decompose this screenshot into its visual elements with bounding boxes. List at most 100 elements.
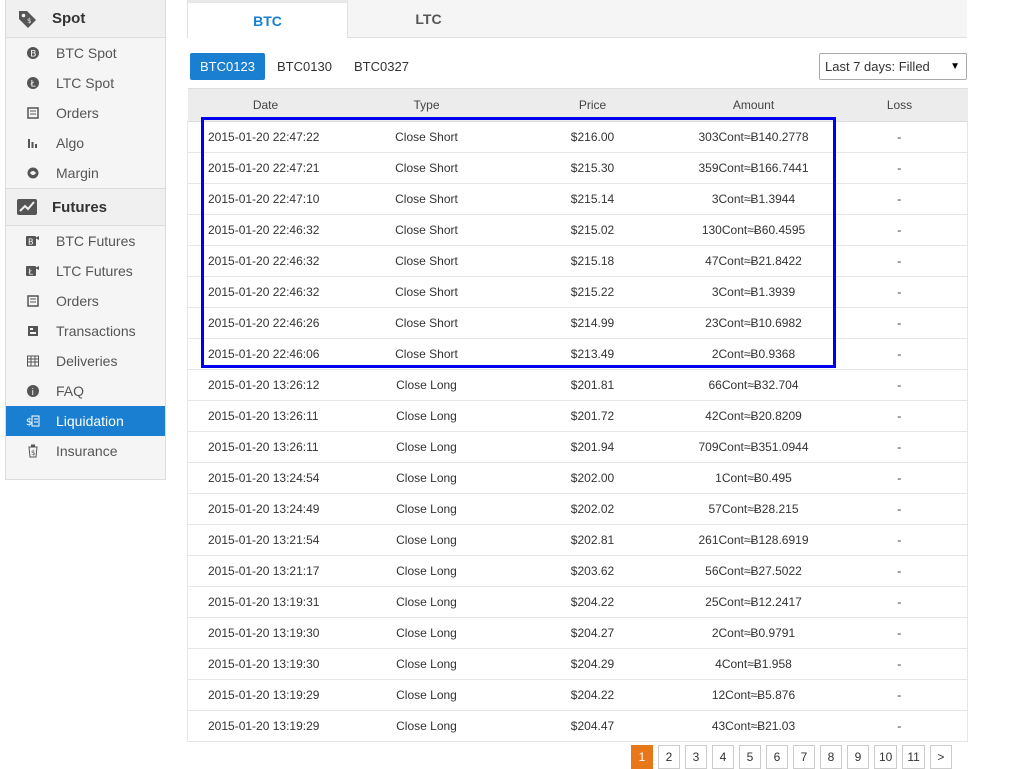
table-row: 2015-01-20 13:21:54 Close Long $202.81 261C… — [187, 524, 968, 556]
cell-type: Close Short — [343, 183, 510, 215]
table-row: 2015-01-20 13:24:49 Close Long $202.02 57Co… — [187, 493, 968, 525]
col-header-price[interactable]: Price — [509, 88, 676, 122]
table-row: 2015-01-20 13:26:11 Close Long $201.72 42Co… — [187, 400, 968, 432]
sidebar-item-liquidation[interactable]: $ Liquidation — [6, 406, 165, 436]
tab-btc[interactable]: BTC — [187, 0, 348, 38]
cell-amount: 42Cont≈Ƀ20.8209 — [675, 400, 832, 432]
spot-section-header[interactable]: $ Spot — [5, 0, 166, 38]
cell-amount: 23Cont≈Ƀ10.6982 — [675, 307, 832, 339]
table-row: 2015-01-20 22:46:26 Close Short $214.99 23C… — [187, 307, 968, 339]
page-button-6[interactable]: 6 — [766, 745, 788, 769]
cell-price: $214.99 — [509, 307, 676, 339]
contract-btc0130[interactable]: BTC0130 — [277, 53, 332, 80]
sidebar-item-transactions[interactable]: Transactions — [6, 316, 165, 346]
cell-type: Close Long — [343, 679, 510, 711]
table-body: 2015-01-20 22:47:22 Close Short $216.00 303… — [187, 121, 968, 742]
cell-loss: - — [831, 307, 968, 339]
contract-btc0123[interactable]: BTC0123 — [190, 53, 265, 80]
cell-type: Close Long — [343, 493, 510, 525]
sidebar-item-deliveries[interactable]: Deliveries — [6, 346, 165, 376]
sidebar-item-ltc-futures[interactable]: Ł LTC Futures — [6, 256, 165, 286]
page-button-4[interactable]: 4 — [712, 745, 734, 769]
page-button-2[interactable]: 2 — [658, 745, 680, 769]
insurance-icon: $ — [26, 444, 40, 458]
page-button-7[interactable]: 7 — [793, 745, 815, 769]
futures-section-header[interactable]: Futures — [5, 188, 166, 226]
ltc-futures-icon: Ł — [26, 264, 40, 278]
next-page-button[interactable]: > — [929, 745, 952, 769]
cell-date: 2015-01-20 13:19:30 — [187, 648, 344, 680]
tab-ltc[interactable]: LTC — [348, 0, 509, 37]
svg-text:$: $ — [27, 17, 31, 25]
cell-loss: - — [831, 400, 968, 432]
date-filter-select[interactable]: Last 7 days: Filled ▼ — [819, 53, 967, 80]
btc-futures-icon: B — [26, 234, 40, 248]
sidebar-item-label: Orders — [56, 293, 99, 309]
trend-chart-icon — [16, 196, 38, 218]
page-button-1[interactable]: 1 — [631, 745, 653, 769]
cell-loss: - — [831, 183, 968, 215]
sidebar-item-faq[interactable]: i FAQ — [6, 376, 165, 406]
svg-text:$: $ — [31, 449, 35, 457]
sidebar-item-margin[interactable]: Margin — [6, 158, 165, 188]
cell-amount: 1Cont≈Ƀ0.495 — [675, 462, 832, 494]
cell-date: 2015-01-20 22:46:32 — [187, 245, 344, 277]
deliveries-icon — [26, 354, 40, 368]
cell-type: Close Short — [343, 276, 510, 308]
cell-price: $215.18 — [509, 245, 676, 277]
col-header-loss[interactable]: Loss — [831, 88, 968, 122]
page-button-5[interactable]: 5 — [739, 745, 761, 769]
cell-price: $216.00 — [509, 121, 676, 153]
cell-type: Close Short — [343, 338, 510, 370]
cell-date: 2015-01-20 13:24:54 — [187, 462, 344, 494]
page-button-10[interactable]: 10 — [874, 745, 898, 769]
cell-date: 2015-01-20 22:46:32 — [187, 214, 344, 246]
sidebar-item-algo[interactable]: Algo — [6, 128, 165, 158]
cell-amount: 3Cont≈Ƀ1.3944 — [675, 183, 832, 215]
cell-price: $215.22 — [509, 276, 676, 308]
page-button-8[interactable]: 8 — [820, 745, 842, 769]
cell-amount: 57Cont≈Ƀ28.215 — [675, 493, 832, 525]
cell-date: 2015-01-20 13:26:11 — [187, 400, 344, 432]
cell-price: $201.81 — [509, 369, 676, 401]
table-row: 2015-01-20 22:46:32 Close Short $215.22 3Co… — [187, 276, 968, 308]
table-row: 2015-01-20 13:19:29 Close Long $204.22 12Co… — [187, 679, 968, 711]
sidebar-item-insurance[interactable]: $ Insurance — [6, 436, 165, 466]
svg-text:$: $ — [26, 417, 32, 427]
cell-amount: 2Cont≈Ƀ0.9791 — [675, 617, 832, 649]
page-button-9[interactable]: 9 — [847, 745, 869, 769]
sidebar-item-label: Margin — [56, 165, 99, 181]
col-header-type[interactable]: Type — [343, 88, 510, 122]
sidebar-item-label: Deliveries — [56, 353, 118, 369]
svg-text:i: i — [32, 388, 35, 397]
transactions-icon — [26, 324, 40, 338]
cell-amount: 43Cont≈Ƀ21.03 — [675, 710, 832, 742]
col-header-date[interactable]: Date — [187, 88, 344, 122]
market-tabs: BTC LTC — [187, 0, 967, 38]
sidebar-item-btc-spot[interactable]: B BTC Spot — [6, 38, 165, 68]
cell-amount: 4Cont≈Ƀ1.958 — [675, 648, 832, 680]
cell-type: Close Long — [343, 524, 510, 556]
page-button-11[interactable]: 11 — [902, 745, 925, 769]
cell-date: 2015-01-20 13:21:17 — [187, 555, 344, 587]
sidebar-item-label: LTC Futures — [56, 263, 133, 279]
cell-date: 2015-01-20 22:47:21 — [187, 152, 344, 184]
contract-btc0327[interactable]: BTC0327 — [354, 53, 409, 80]
cell-amount: 359Cont≈Ƀ166.7441 — [675, 152, 832, 184]
col-header-amount[interactable]: Amount — [675, 88, 832, 122]
cell-type: Close Long — [343, 710, 510, 742]
cell-price: $202.02 — [509, 493, 676, 525]
sidebar-item-spot-orders[interactable]: Orders — [6, 98, 165, 128]
cell-type: Close Long — [343, 648, 510, 680]
cell-type: Close Long — [343, 617, 510, 649]
cell-type: Close Short — [343, 152, 510, 184]
page-button-3[interactable]: 3 — [685, 745, 707, 769]
cell-loss: - — [831, 121, 968, 153]
sidebar-item-btc-futures[interactable]: B BTC Futures — [6, 226, 165, 256]
sidebar-item-futures-orders[interactable]: Orders — [6, 286, 165, 316]
sidebar-item-ltc-spot[interactable]: Ł LTC Spot — [6, 68, 165, 98]
cell-loss: - — [831, 462, 968, 494]
cell-price: $204.27 — [509, 617, 676, 649]
cell-price: $202.81 — [509, 524, 676, 556]
cell-loss: - — [831, 431, 968, 463]
